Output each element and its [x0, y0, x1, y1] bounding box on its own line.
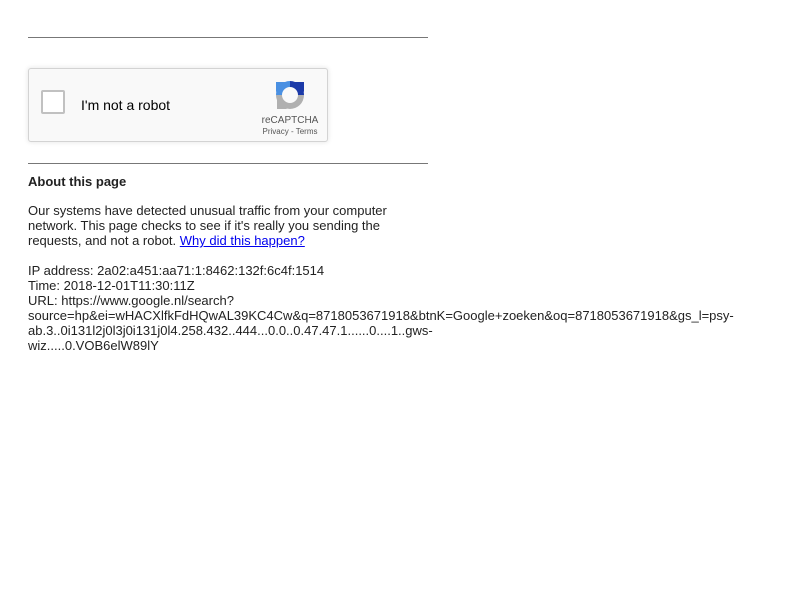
url-line-1: URL: https://www.google.nl/search? [28, 293, 234, 308]
privacy-link[interactable]: Privacy [263, 127, 289, 136]
middle-divider [28, 163, 428, 164]
recaptcha-checkbox-label[interactable]: I'm not a robot [81, 97, 170, 114]
url-line-3: ab.3..0i131l2j0l3j0i131j0l4.258.432..444… [28, 323, 433, 338]
terms-link[interactable]: Terms [296, 127, 318, 136]
recaptcha-widget: I'm not a robot reCAPTCHA Privacy - Term… [28, 68, 328, 142]
about-paragraph: Our systems have detected unusual traffi… [28, 203, 408, 248]
top-divider [28, 37, 428, 38]
recaptcha-links: Privacy - Terms [251, 127, 329, 137]
recaptcha-brand: reCAPTCHA [261, 115, 319, 126]
url-line-4: wiz.....0.VOB6elW89lY [28, 338, 159, 353]
why-link[interactable]: Why did this happen? [180, 233, 305, 248]
links-separator: - [288, 127, 296, 136]
about-section: About this page Our systems have detecte… [28, 174, 768, 353]
time: Time: 2018-12-01T11:30:11Z [28, 278, 195, 293]
about-heading: About this page [28, 174, 127, 189]
url-line-2: source=hp&ei=wHACXlfkFdHQwAL39KC4Cw&q=87… [28, 308, 734, 323]
ip-address: IP address: 2a02:a451:aa71:1:8462:132f:6… [28, 263, 325, 278]
recaptcha-checkbox[interactable] [41, 90, 65, 114]
recaptcha-logo-icon [276, 81, 304, 109]
